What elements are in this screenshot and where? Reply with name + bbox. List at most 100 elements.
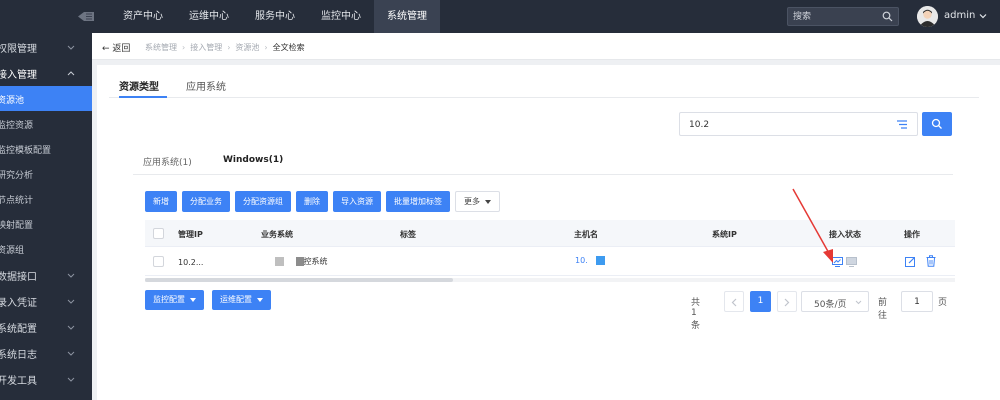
table-header: 管理IP 业务系统 标签 主机名 系统IP 接入状态 操作: [145, 220, 955, 247]
chevron-down-icon: [67, 377, 75, 382]
row-checkbox[interactable]: [153, 256, 164, 267]
global-search[interactable]: [787, 7, 899, 26]
redacted-block: [275, 257, 284, 266]
username[interactable]: admin: [944, 10, 975, 21]
page-size-value: 50条/页: [814, 300, 847, 310]
ops-config-label: 运维配置: [220, 295, 252, 304]
sidebar-item-resource-group[interactable]: 资源组: [0, 236, 92, 261]
more-dropdown[interactable]: 更多: [455, 191, 500, 212]
col-system-ip[interactable]: 系统IP: [712, 229, 737, 240]
search-input[interactable]: [793, 10, 878, 23]
sidebar-item-access[interactable]: 接入管理: [0, 66, 92, 86]
delete-icon[interactable]: [926, 255, 936, 267]
nav-system-admin[interactable]: 系统管理: [374, 0, 440, 33]
redacted-block: [295, 257, 304, 266]
page-size-select[interactable]: 50条/页: [801, 291, 869, 312]
sidebar-item-data-api[interactable]: 数据接口: [0, 268, 92, 288]
horizontal-scrollbar[interactable]: [145, 278, 955, 282]
nav-ops-center[interactable]: 运维中心: [176, 0, 242, 33]
tab-resource-type[interactable]: 资源类型: [119, 78, 159, 93]
action-toolbar: 新增 分配业务 分配资源组 删除 导入资源 批量增加标签 更多: [145, 191, 505, 212]
add-button[interactable]: 新增: [145, 191, 177, 212]
col-business-system[interactable]: 业务系统: [261, 229, 293, 240]
tab-active-indicator: [119, 96, 167, 98]
sidebar-item-system-config[interactable]: 系统配置: [0, 320, 92, 340]
sidebar-item-label: 资源池: [0, 96, 25, 106]
sidebar-item-permissions[interactable]: 权限管理: [0, 40, 92, 60]
import-button[interactable]: 导入资源: [333, 191, 381, 212]
sidebar-item-label: 开发工具: [0, 376, 37, 387]
sidebar-item-resource-pool[interactable]: 资源池: [0, 86, 92, 111]
ops-config-dropdown[interactable]: 运维配置: [212, 290, 271, 310]
edit-icon[interactable]: [905, 256, 916, 267]
sidebar-item-analysis[interactable]: 研究分析: [0, 161, 92, 186]
col-hostname[interactable]: 主机名: [574, 229, 598, 240]
cell-business-system: 控系统: [275, 256, 328, 267]
back-label: 返回: [112, 44, 131, 54]
tab-app-system[interactable]: 应用系统: [186, 78, 226, 93]
breadcrumb: 系统管理 › 接入管理 › 资源池 › 全文检索: [145, 42, 305, 53]
col-manage-ip[interactable]: 管理IP: [178, 229, 203, 240]
sidebar-item-dev-tools[interactable]: 开发工具: [0, 372, 92, 392]
chevron-down-icon: [67, 351, 75, 356]
assign-group-button[interactable]: 分配资源组: [235, 191, 291, 212]
nav-monitor-center[interactable]: 监控中心: [308, 0, 374, 33]
desktop-status-icon[interactable]: [846, 257, 857, 267]
breadcrumb-item[interactable]: 接入管理: [190, 42, 222, 53]
prev-page-button[interactable]: [724, 291, 744, 312]
sidebar-item-label: 监控资源: [0, 121, 34, 131]
cell-business-text: 控系统: [303, 257, 328, 266]
logo-icon: [78, 12, 94, 21]
sidebar-item-label: 映射配置: [0, 221, 34, 231]
chevron-down-icon: [67, 299, 75, 304]
select-all-checkbox[interactable]: [153, 228, 164, 239]
col-tags[interactable]: 标签: [400, 229, 416, 240]
tab-app-system-count[interactable]: 应用系统(1): [143, 155, 192, 168]
filter-field[interactable]: [679, 112, 918, 136]
breadcrumb-item[interactable]: 资源池: [235, 42, 259, 53]
pagination-total: 共 1 条: [691, 298, 701, 331]
sidebar-item-mapping[interactable]: 映射配置: [0, 211, 92, 236]
avatar[interactable]: [917, 6, 938, 27]
sidebar: 权限管理 接入管理 资源池 监控资源 监控模板配置 研究分析 节点统计 映射配置…: [0, 33, 92, 400]
delete-button[interactable]: 删除: [296, 191, 328, 212]
col-access-status[interactable]: 接入状态: [829, 229, 861, 240]
table-row[interactable]: 10.2... 控系统 10.: [145, 248, 955, 276]
goto-page-input[interactable]: [901, 291, 933, 312]
sidebar-item-node-stats[interactable]: 节点统计: [0, 186, 92, 211]
sidebar-item-label: 权限管理: [0, 44, 37, 55]
sidebar-item-monitor-template[interactable]: 监控模板配置: [0, 136, 92, 161]
breadcrumb-item[interactable]: 系统管理: [145, 42, 177, 53]
search-button[interactable]: [922, 112, 952, 136]
monitor-config-dropdown[interactable]: 监控配置: [145, 290, 204, 310]
monitor-status-icon[interactable]: [832, 257, 843, 267]
back-arrow-icon: ←: [102, 44, 110, 54]
goto-suffix: 页: [938, 298, 948, 308]
chevron-down-icon[interactable]: [979, 13, 987, 19]
filter-lines-icon[interactable]: [896, 119, 908, 130]
main-panel: 资源类型 应用系统 应用系统(1) Windows(1) 新增 分配业务 分配资…: [97, 65, 1000, 400]
sidebar-item-credentials[interactable]: 录入凭证: [0, 294, 92, 314]
nav-asset-center[interactable]: 资产中心: [110, 0, 176, 33]
current-page[interactable]: 1: [750, 291, 771, 312]
breadcrumb-bar: ← 返回 系统管理 › 接入管理 › 资源池 › 全文检索: [92, 33, 1000, 60]
search-icon: [931, 118, 942, 129]
filter-input[interactable]: [689, 118, 849, 131]
search-icon[interactable]: [882, 11, 893, 22]
chevron-down-icon: [67, 325, 75, 330]
sidebar-item-system-log[interactable]: 系统日志: [0, 346, 92, 366]
scrollbar-thumb[interactable]: [145, 278, 453, 282]
assign-business-button[interactable]: 分配业务: [182, 191, 230, 212]
back-button[interactable]: ← 返回: [102, 41, 130, 54]
breadcrumb-current: 全文检索: [272, 43, 305, 52]
next-page-button[interactable]: [777, 291, 797, 312]
batch-tag-button[interactable]: 批量增加标签: [386, 191, 450, 212]
tab-windows-count[interactable]: Windows(1): [223, 155, 283, 165]
breadcrumb-separator-icon: ›: [182, 43, 186, 52]
cell-hostname[interactable]: 10.: [575, 256, 606, 265]
sidebar-item-label: 研究分析: [0, 171, 34, 181]
hostname-link[interactable]: 10.: [575, 256, 588, 265]
nav-service-center[interactable]: 服务中心: [242, 0, 308, 33]
sidebar-item-label: 节点统计: [0, 196, 34, 206]
sidebar-item-monitor-resources[interactable]: 监控资源: [0, 111, 92, 136]
